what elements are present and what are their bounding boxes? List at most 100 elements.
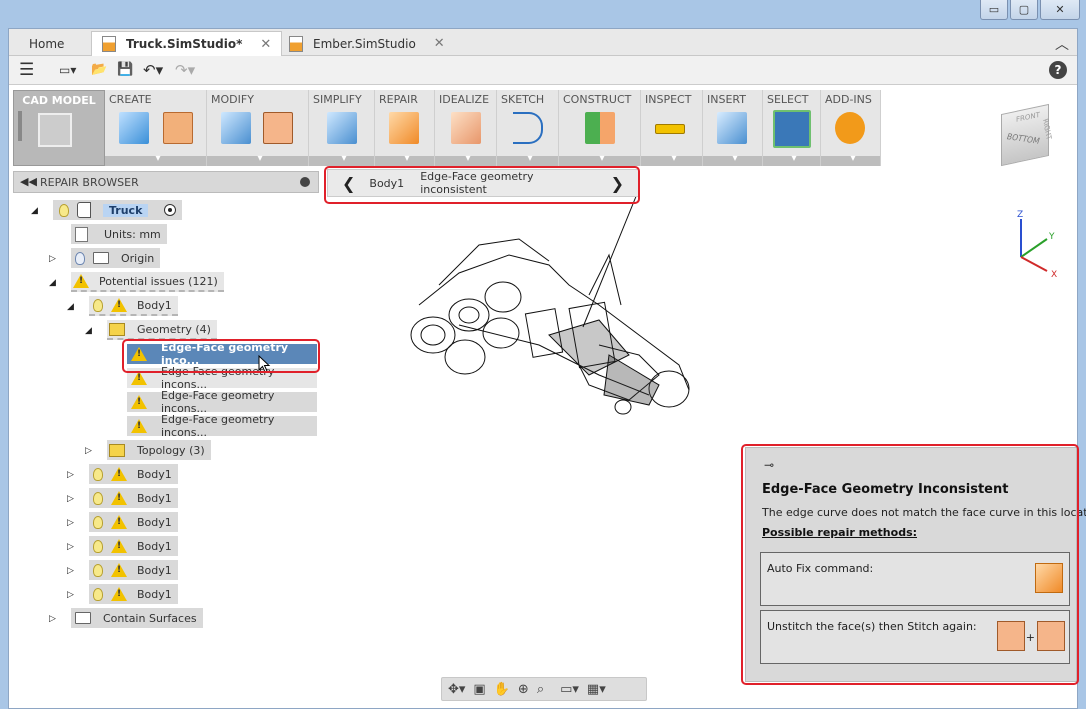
view-cube-bottom[interactable]: BOTTOM <box>1006 132 1041 146</box>
workspace-switcher[interactable]: CAD MODEL <box>13 90 105 166</box>
tree-node-truck[interactable]: Truck <box>53 200 183 220</box>
expand-triangle-icon[interactable]: ▷ <box>67 494 74 504</box>
view-cube-right[interactable]: RIGHT <box>1041 117 1053 141</box>
tree-node-body1[interactable]: Body1 <box>89 512 178 532</box>
auto-fix-icon[interactable] <box>389 112 419 144</box>
plane-icon[interactable] <box>585 112 615 144</box>
new-document-icon[interactable]: ▭▾ <box>59 62 76 78</box>
tree-node-body1[interactable]: Body1 <box>89 464 178 484</box>
visibility-bulb-icon[interactable] <box>93 587 103 601</box>
panel-dropdown[interactable] <box>703 153 762 166</box>
collapse-triangle-icon[interactable]: ◢ <box>31 206 38 216</box>
ribbon-panel-modify[interactable]: MODIFY <box>207 90 309 166</box>
truck-model-viewport[interactable] <box>399 225 699 415</box>
chevron-up-icon[interactable]: ︿ <box>1055 34 1069 54</box>
tab-home[interactable]: Home <box>19 31 74 56</box>
ribbon-panel-create[interactable]: CREATE <box>105 90 207 166</box>
expand-triangle-icon[interactable]: ▷ <box>49 614 56 624</box>
expand-triangle-icon[interactable]: ▷ <box>67 566 74 576</box>
view-cube-front[interactable]: FRONT <box>1016 111 1040 124</box>
collapse-triangle-icon[interactable]: ◢ <box>49 278 56 288</box>
press-pull-icon[interactable] <box>221 112 251 144</box>
open-folder-icon[interactable]: 📂 <box>91 62 107 78</box>
tree-node-contain-surfaces[interactable]: Contain Surfaces <box>71 608 203 628</box>
collapse-triangle-icon[interactable]: ◢ <box>67 302 74 312</box>
ribbon-panel-insert[interactable]: INSERT <box>703 90 763 166</box>
tab-truck[interactable]: Truck.SimStudio* ✕ <box>91 31 283 56</box>
tree-node-potential-issues[interactable]: Potential issues (121) <box>71 272 224 292</box>
tree-node-body1[interactable]: Body1 <box>89 584 178 604</box>
visibility-bulb-icon[interactable] <box>93 539 103 553</box>
visibility-bulb-icon[interactable] <box>75 251 85 265</box>
ribbon-panel-add-ins[interactable]: ADD-INS <box>821 90 881 166</box>
remove-feature-icon[interactable] <box>327 112 357 144</box>
visibility-bulb-icon[interactable] <box>93 491 103 505</box>
expand-triangle-icon[interactable]: ▷ <box>67 518 74 528</box>
expand-triangle-icon[interactable]: ▷ <box>67 590 74 600</box>
panel-dropdown[interactable] <box>375 153 434 166</box>
ribbon-panel-simplify[interactable]: SIMPLIFY <box>309 90 375 166</box>
view-cube[interactable]: FRONT BOTTOM RIGHT <box>1001 103 1053 167</box>
collapse-triangle-icon[interactable]: ◢ <box>85 326 92 336</box>
ribbon-panel-sketch[interactable]: SKETCH <box>497 90 559 166</box>
tree-node-issue[interactable]: Edge-Face geometry incons... <box>127 413 317 439</box>
ribbon-panel-construct[interactable]: CONSTRUCT <box>559 90 641 166</box>
panel-dropdown[interactable] <box>559 153 640 166</box>
select-cursor-icon[interactable] <box>773 110 811 148</box>
panel-dropdown[interactable] <box>105 153 206 166</box>
expand-triangle-icon[interactable]: ▷ <box>67 542 74 552</box>
tree-node-issue[interactable]: Edge-Face geometry incons... <box>127 389 317 415</box>
ribbon-panel-select[interactable]: SELECT <box>763 90 821 166</box>
undo-icon[interactable]: ↶▾ <box>143 62 163 78</box>
visibility-bulb-icon[interactable] <box>93 515 103 529</box>
activate-radio-icon[interactable] <box>164 204 177 216</box>
menu-icon[interactable]: ☰ <box>19 62 34 79</box>
panel-dropdown[interactable] <box>207 153 308 166</box>
collapse-browser-icon[interactable]: ◀◀ <box>20 175 37 188</box>
ribbon-panel-inspect[interactable]: INSPECT <box>641 90 703 166</box>
redo-icon[interactable]: ↷▾ <box>175 62 195 78</box>
minimize-browser-icon[interactable] <box>300 177 310 187</box>
split-body-icon[interactable] <box>263 112 293 144</box>
ribbon-panel-repair[interactable]: REPAIR <box>375 90 435 166</box>
expand-triangle-icon[interactable]: ▷ <box>67 470 74 480</box>
tree-node-topology[interactable]: Topology (3) <box>107 440 211 460</box>
panel-dropdown[interactable] <box>821 153 880 166</box>
tree-node-origin[interactable]: Origin <box>71 248 161 268</box>
minimize-button[interactable]: ▭ <box>980 0 1008 20</box>
tab-close-icon[interactable]: ✕ <box>260 37 271 52</box>
extrude-icon[interactable] <box>163 112 193 144</box>
fit-icon[interactable]: ⌕ <box>537 682 544 697</box>
panel-dropdown[interactable] <box>497 153 558 166</box>
panel-dropdown[interactable] <box>309 153 374 166</box>
add-ins-icon[interactable] <box>835 112 865 144</box>
insert-icon[interactable] <box>717 112 747 144</box>
panel-dropdown[interactable] <box>435 153 496 166</box>
panel-dropdown[interactable] <box>641 153 702 166</box>
display-settings-icon[interactable]: ▭▾ <box>560 682 579 697</box>
visibility-bulb-icon[interactable] <box>93 298 103 312</box>
grid-settings-icon[interactable]: ▦▾ <box>587 682 606 697</box>
tree-node-geometry[interactable]: Geometry (4) <box>107 320 217 340</box>
tab-close-icon[interactable]: ✕ <box>434 36 445 51</box>
pan-icon[interactable]: ✋ <box>494 682 510 697</box>
visibility-bulb-icon[interactable] <box>93 563 103 577</box>
box-icon[interactable] <box>119 112 149 144</box>
visibility-bulb-icon[interactable] <box>93 467 103 481</box>
tree-node-units[interactable]: Units: mm <box>71 224 167 244</box>
tree-node-body1[interactable]: Body1 <box>89 560 178 580</box>
measure-icon[interactable] <box>655 124 685 134</box>
save-icon[interactable]: 💾 <box>117 62 133 78</box>
tree-node-body1[interactable]: Body1 <box>89 536 178 556</box>
sketch-curve-icon[interactable] <box>513 112 543 144</box>
midsurface-icon[interactable] <box>451 112 481 144</box>
panel-dropdown[interactable] <box>763 153 820 166</box>
maximize-button[interactable]: ▢ <box>1010 0 1038 20</box>
look-at-icon[interactable]: ▣ <box>473 682 485 697</box>
zoom-icon[interactable]: ⊕ <box>518 682 529 697</box>
help-icon[interactable]: ? <box>1049 61 1067 79</box>
tree-node-body1-expanded[interactable]: Body1 <box>89 296 178 316</box>
tab-ember[interactable]: Ember.SimStudio ✕ <box>279 31 455 56</box>
visibility-bulb-icon[interactable] <box>59 203 69 217</box>
expand-triangle-icon[interactable]: ▷ <box>85 446 92 456</box>
